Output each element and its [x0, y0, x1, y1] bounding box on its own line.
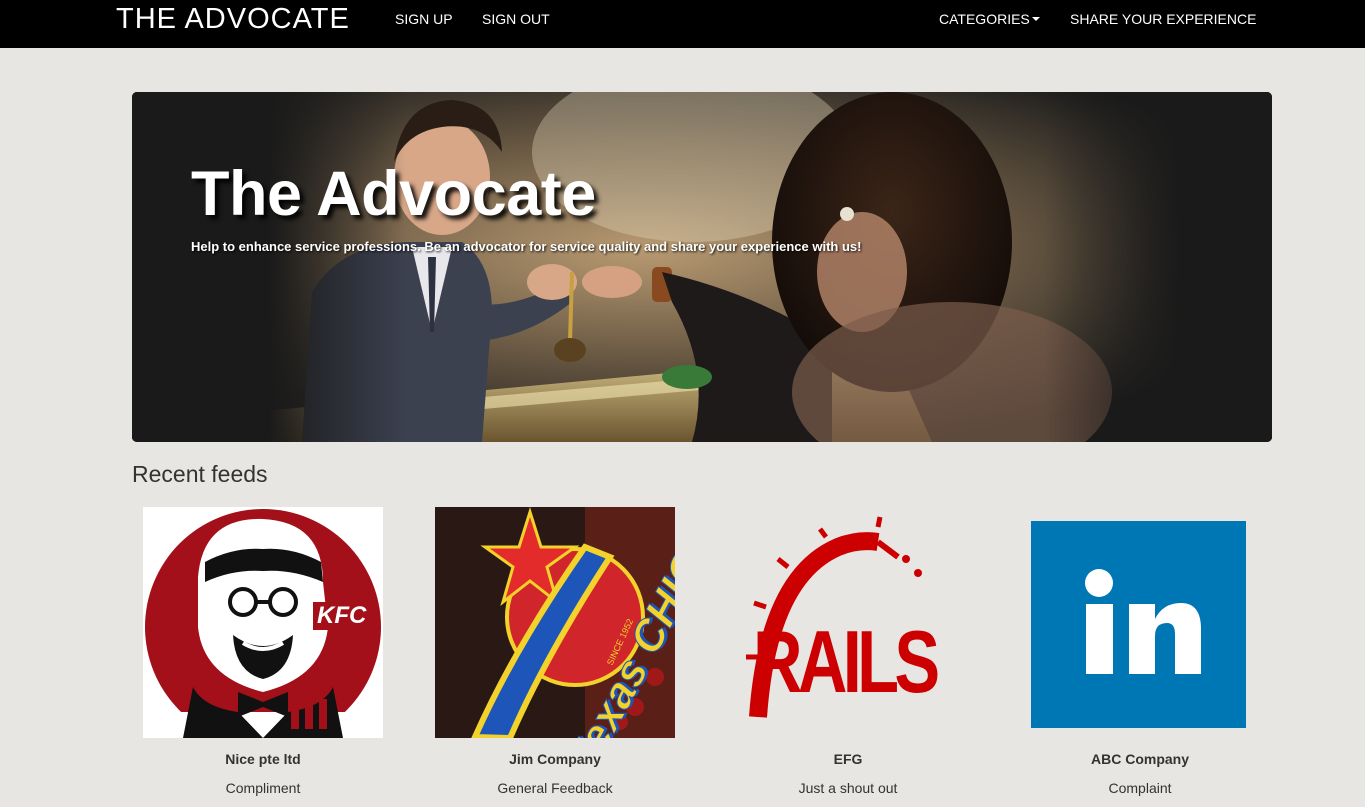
feed-card-kfc[interactable]: KFC Nice pte ltd Compliment — [143, 507, 383, 796]
kfc-logo-image: KFC — [143, 507, 383, 738]
hero-jumbotron: The Advocate Help to enhance service pro… — [132, 92, 1272, 442]
feed-company-name: EFG — [833, 751, 863, 767]
sign-up-link[interactable]: SIGN UP — [395, 11, 453, 27]
rails-logo-text: RAILS — [753, 612, 940, 711]
hero-subtitle: Help to enhance service professions. Be … — [191, 239, 862, 254]
kfc-logo-text: KFC — [313, 602, 371, 630]
brand-logo-link[interactable]: THE ADVOCATE — [116, 3, 350, 36]
linkedin-logo-image: in — [1020, 507, 1260, 738]
top-navbar: THE ADVOCATE SIGN UP SIGN OUT CATEGORIES… — [0, 0, 1365, 48]
feed-feedback-type: General Feedback — [497, 780, 613, 796]
feed-feedback-type: Compliment — [225, 780, 301, 796]
linkedin-in-glyph — [1085, 569, 1201, 674]
hero-photo — [132, 92, 1272, 442]
feed-feedback-type: Just a shout out — [798, 780, 898, 796]
hero-title: The Advocate — [191, 159, 596, 229]
linkedin-logo — [1031, 521, 1246, 728]
feed-card-linkedin[interactable]: in ABC Company Complaint — [1020, 507, 1260, 796]
feed-company-name: Jim Company — [509, 751, 601, 767]
feed-company-name: Nice pte ltd — [225, 751, 301, 767]
feed-feedback-type: Complaint — [1108, 780, 1172, 796]
feed-company-name: ABC Company — [1090, 751, 1189, 767]
recent-feeds-heading: Recent feeds — [132, 461, 268, 487]
texas-chicken-logo-image: Texas CHICKEN SINCE 1952 — [435, 507, 675, 738]
share-experience-link[interactable]: SHARE YOUR EXPERIENCE — [1070, 11, 1256, 27]
feed-card-texas-chicken[interactable]: Texas CHICKEN SINCE 1952 Jim Company Gen… — [435, 507, 675, 796]
caret-down-icon — [1031, 17, 1040, 22]
sign-out-link[interactable]: SIGN OUT — [482, 11, 550, 27]
rails-logo-image: RAILS — [728, 507, 968, 738]
feed-card-rails[interactable]: RAILS EFG Just a shout out — [728, 507, 968, 796]
categories-dropdown[interactable]: CATEGORIES — [939, 11, 1040, 27]
categories-label: CATEGORIES — [939, 11, 1030, 27]
